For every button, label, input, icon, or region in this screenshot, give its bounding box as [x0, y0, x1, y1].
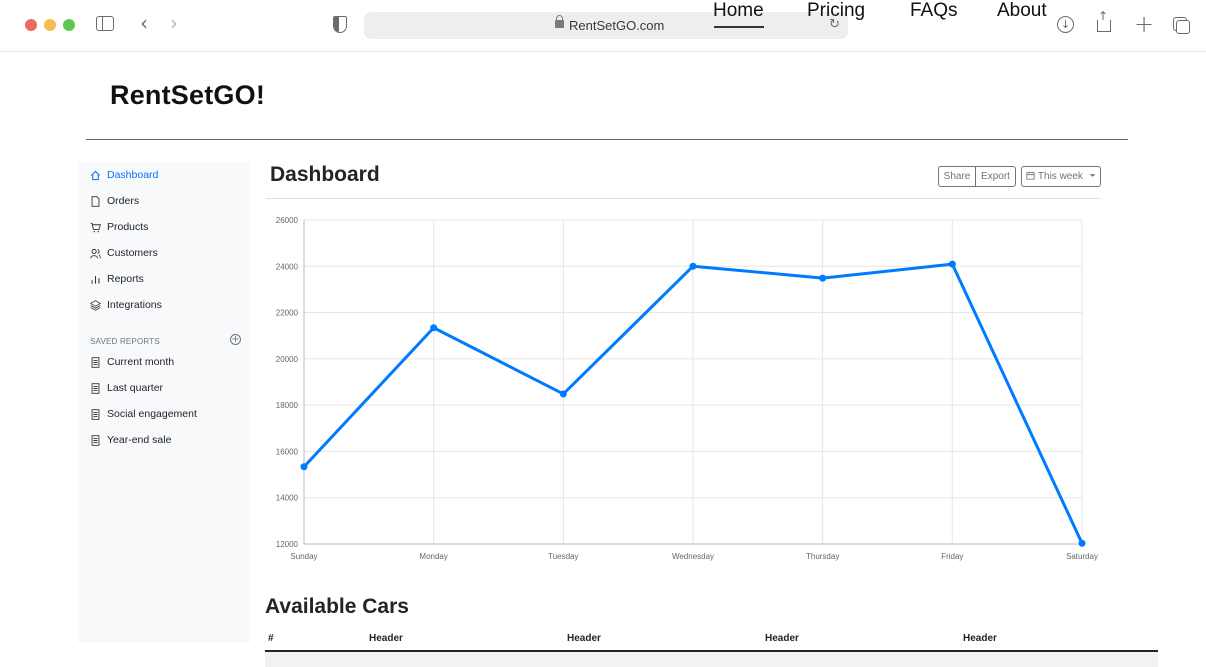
- maximize-window-button[interactable]: [63, 19, 75, 31]
- table-row: [265, 652, 1158, 667]
- sidebar-toggle-icon[interactable]: [96, 16, 114, 31]
- data-point: [819, 274, 827, 282]
- table-header-col2: Header: [567, 633, 601, 644]
- home-icon: [91, 170, 100, 180]
- download-icon[interactable]: ↓: [1057, 16, 1074, 33]
- forward-arrow-icon[interactable]: ›: [170, 13, 178, 33]
- sidebar-item-integrations[interactable]: Integrations: [90, 299, 162, 311]
- file-text-icon: [91, 382, 100, 394]
- file-text-icon: [91, 408, 100, 420]
- data-point: [300, 463, 308, 471]
- sidebar-item-label: Current month: [107, 356, 175, 368]
- y-tick-label: 22000: [276, 309, 299, 318]
- tab-overview-icon[interactable]: [1173, 17, 1190, 34]
- file-text-icon: [91, 434, 100, 446]
- calendar-icon: [1026, 171, 1035, 180]
- x-tick-label: Saturday: [1066, 552, 1098, 561]
- page-title: Dashboard: [270, 163, 380, 186]
- date-range-label: This week: [1037, 171, 1083, 182]
- y-tick-label: 20000: [276, 355, 299, 364]
- table-header-col1: Header: [369, 633, 403, 644]
- layers-icon: [90, 299, 101, 311]
- sales-line-chart: 12000 14000 16000 18000 20000 22000 24000 26000…: [276, 216, 1098, 561]
- sidebar-item-label: Reports: [107, 273, 144, 285]
- url-text: RentSetGO.com: [569, 18, 665, 33]
- table-header-number: #: [268, 633, 274, 644]
- sidebar-item-label: Customers: [107, 247, 158, 259]
- x-tick-label: Sunday: [290, 552, 317, 561]
- export-button[interactable]: Export: [975, 166, 1016, 187]
- sidebar-item-label: Last quarter: [107, 382, 164, 394]
- sidebar: Dashboard Orders Products Customers Repo…: [78, 162, 250, 643]
- back-arrow-icon[interactable]: ‹: [140, 13, 148, 33]
- sidebar-item-dashboard[interactable]: Dashboard: [90, 169, 158, 181]
- nav-home[interactable]: Home: [713, 0, 764, 28]
- sidebar-item-reports[interactable]: Reports: [90, 273, 144, 285]
- share-icon[interactable]: ↑: [1097, 10, 1111, 32]
- saved-report-current-month[interactable]: Current month: [90, 356, 174, 368]
- caret-down-icon: [1089, 174, 1096, 177]
- saved-reports-heading: SAVED REPORTS: [90, 337, 160, 346]
- y-tick-label: 16000: [276, 447, 299, 456]
- y-tick-label: 12000: [276, 540, 299, 549]
- x-tick-label: Wednesday: [672, 552, 714, 561]
- new-tab-icon[interactable]: +: [1134, 12, 1154, 36]
- sidebar-item-label: Integrations: [107, 299, 162, 311]
- sidebar-item-orders[interactable]: Orders: [90, 195, 139, 207]
- brand-logo[interactable]: RentSetGO!: [110, 80, 265, 111]
- close-window-button[interactable]: [25, 19, 37, 31]
- nav-about[interactable]: About: [997, 0, 1047, 22]
- bar-chart-icon: [91, 275, 100, 284]
- address-bar[interactable]: RentSetGO.com ↻: [364, 12, 848, 39]
- data-point: [1078, 539, 1086, 547]
- x-tick-label: Monday: [419, 552, 447, 561]
- data-point: [948, 260, 956, 268]
- file-text-icon: [91, 356, 100, 368]
- cart-icon: [90, 222, 101, 232]
- sidebar-item-products[interactable]: Products: [90, 221, 148, 233]
- x-tick-label: Friday: [941, 552, 963, 561]
- share-button[interactable]: Share: [938, 166, 976, 187]
- add-report-icon[interactable]: +: [230, 334, 241, 345]
- x-tick-label: Thursday: [806, 552, 839, 561]
- lock-icon: [555, 15, 564, 28]
- y-tick-label: 14000: [276, 494, 299, 503]
- x-tick-label: Tuesday: [548, 552, 578, 561]
- sidebar-item-label: Products: [107, 221, 149, 233]
- saved-report-year-end-sale[interactable]: Year-end sale: [90, 434, 171, 446]
- sidebar-item-label: Social engagement: [107, 408, 197, 420]
- sidebar-item-label: Year-end sale: [107, 434, 172, 446]
- header-divider: [86, 139, 1128, 140]
- saved-report-last-quarter[interactable]: Last quarter: [90, 382, 163, 394]
- y-tick-label: 24000: [276, 262, 299, 271]
- y-tick-label: 26000: [276, 216, 299, 225]
- data-point: [689, 262, 697, 270]
- section-title: Available Cars: [265, 595, 409, 618]
- privacy-shield-icon[interactable]: [333, 16, 347, 33]
- sidebar-item-label: Orders: [107, 195, 140, 207]
- nav-pricing[interactable]: Pricing: [807, 0, 865, 22]
- nav-faqs[interactable]: FAQs: [910, 0, 958, 22]
- sidebar-item-label: Dashboard: [107, 169, 159, 181]
- date-range-dropdown[interactable]: This week: [1021, 166, 1101, 187]
- saved-report-social-engagement[interactable]: Social engagement: [90, 408, 197, 420]
- title-divider: [266, 198, 1101, 199]
- table-header-col4: Header: [963, 633, 997, 644]
- y-tick-label: 18000: [276, 401, 299, 410]
- file-icon: [91, 195, 100, 207]
- users-icon: [90, 248, 101, 258]
- minimize-window-button[interactable]: [44, 19, 56, 31]
- table-header-col3: Header: [765, 633, 799, 644]
- data-point: [559, 390, 567, 398]
- data-point: [430, 324, 438, 332]
- sidebar-item-customers[interactable]: Customers: [90, 247, 158, 259]
